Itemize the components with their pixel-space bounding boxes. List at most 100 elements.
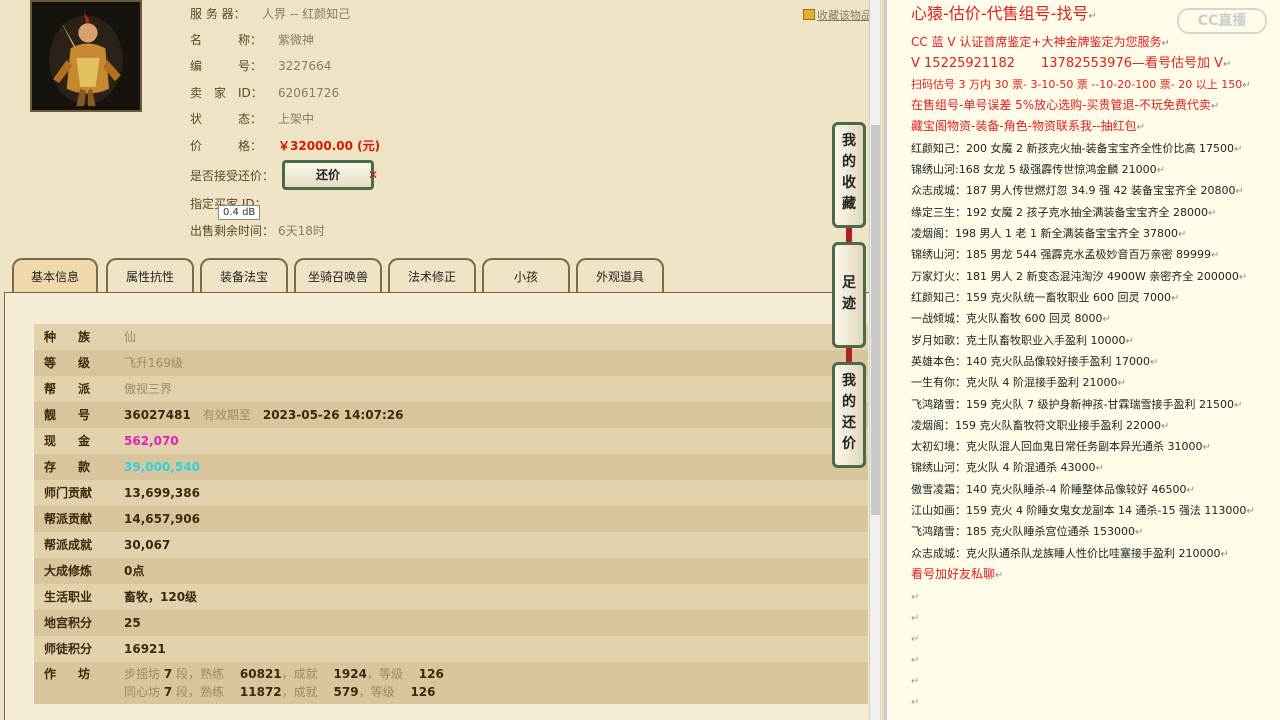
tab-basic-info[interactable]: 基本信息 <box>12 258 98 294</box>
life-job-label: 生活职业 <box>44 590 93 604</box>
accept-offer-label: 是否接受还价： <box>190 169 275 183</box>
note-line: 红颜知己：159 克火队统一畜牧职业 600 回灵 7000↵ <box>911 291 1180 304</box>
workshop-label: 作坊 <box>44 667 113 681</box>
table-row: 等级 飞升169级 <box>34 350 868 376</box>
id-value: 3227664 <box>278 59 332 73</box>
button-char: 价 <box>842 436 856 452</box>
note-line: CC 蓝 V 认证首席鉴定+大神金牌鉴定为您服务↵ <box>911 35 1170 49</box>
workshop-grade-unit: 段 <box>176 667 189 681</box>
cash-label: 现金 <box>44 434 113 448</box>
dacheng-label: 大成修炼 <box>44 564 93 578</box>
note-text: 太初幻境：克火队混人回血鬼日常任务副本异光通杀 31000 <box>911 440 1203 453</box>
name-label: 名 称： <box>190 33 263 47</box>
remaining-time-label: 出售剩余时间： <box>190 224 275 238</box>
empty-line-mark: ↵ <box>911 592 920 603</box>
notes-title: 心猿-估价-代售组号-找号↵ <box>911 4 1097 23</box>
status-row: 状 态： 上架中 <box>190 110 314 128</box>
workshop-level: 126 <box>418 667 444 681</box>
server-label: 服 务 器： <box>190 7 246 21</box>
character-portrait-image <box>32 2 140 110</box>
note-line: 看号加好友私聊↵ <box>911 567 1004 581</box>
note-text: 岁月如歌：克土队畜牧职业入手盈利 10000 <box>911 334 1126 347</box>
race-value: 仙 <box>124 330 137 344</box>
my-favorites-button[interactable]: 我 的 收 藏 <box>832 122 866 228</box>
status-label: 状 态： <box>190 112 263 126</box>
gang-contrib-label: 帮派贡献 <box>44 512 93 526</box>
tab-attributes[interactable]: 属性抗性 <box>106 258 194 294</box>
scrollbar-thumb[interactable] <box>871 125 880 515</box>
server-value: 人界 -- 红颜知己 <box>262 7 351 21</box>
note-text: 傲雪凌霜：140 克火队睡杀-4 阶睡整体品像较好 46500 <box>911 483 1187 496</box>
note-line: 缘定三生：192 女魔 2 孩子克水抽全满装备宝宝齐全 28000↵ <box>911 206 1217 219</box>
table-row: 作坊 步摇坊 7 段，熟练 60821，成就 1924，等级 126 同心坊 7… <box>34 662 868 704</box>
note-text: 锦绣山河：克火队 4 阶混通杀 43000 <box>911 461 1096 474</box>
favorite-item-label: 收藏该物品 <box>817 9 872 22</box>
basic-info-table: 种族 仙 等级 飞升169级 帮派 傲视三界 靓号 36027481 有效期至 … <box>34 324 868 704</box>
stream-watermark-logo: CC直播 <box>1177 8 1267 34</box>
level-value: 飞升169级 <box>124 356 183 370</box>
id-label: 编 号： <box>190 59 263 73</box>
remaining-time-value: 6天18时 <box>278 224 325 238</box>
workshop-level-label: 等级 <box>370 685 395 699</box>
make-offer-button[interactable]: 还价 <box>282 160 374 190</box>
button-char: 足 <box>842 275 856 291</box>
note-text: 一战倾城：克火队畜牧 600 回灵 8000 <box>911 312 1103 325</box>
deposit-value: 39,000,540 <box>124 460 200 474</box>
remaining-time-row: 出售剩余时间： 6天18时 <box>190 222 325 240</box>
notes-panel: 心猿-估价-代售组号-找号↵ CC直播 CC 蓝 V 认证首席鉴定+大神金牌鉴定… <box>884 0 1280 720</box>
gang-contrib-value: 14,657,906 <box>124 512 200 526</box>
note-text: 藏宝阁物资-装备-角色-物资联系我--抽红包 <box>911 119 1137 133</box>
note-text: 缘定三生：192 女魔 2 孩子克水抽全满装备宝宝齐全 28000 <box>911 206 1208 219</box>
gang-achieve-label: 帮派成就 <box>44 538 93 552</box>
name-row: 名 称： 紫微神 <box>190 31 314 49</box>
note-line: 藏宝阁物资-装备-角色-物资联系我--抽红包↵ <box>911 119 1146 133</box>
workshop-name: 步摇坊 <box>124 667 161 681</box>
dacheng-value: 0点 <box>124 564 145 578</box>
table-row: 地宫积分 25 <box>34 610 868 636</box>
note-line: 岁月如歌：克土队畜牧职业入手盈利 10000↵ <box>911 334 1134 347</box>
tab-equipment[interactable]: 装备法宝 <box>200 258 288 294</box>
workshop-skill: 11872 <box>239 685 282 699</box>
note-text: 众志成城：克火队通杀队龙族睡人性价比哇塞接手盈利 210000 <box>911 547 1221 560</box>
price-row: 价 格： ￥32000.00 (元) <box>190 137 380 155</box>
vertical-scrollbar[interactable] <box>869 0 880 720</box>
faction-value: 傲视三界 <box>124 382 173 396</box>
note-line: 凌烟阁：198 男人 1 老 1 新全满装备宝宝齐全 37800↵ <box>911 227 1187 240</box>
close-icon[interactable]: ✕ <box>368 168 378 182</box>
note-line: 傲雪凌霜：140 克火队睡杀-4 阶睡整体品像较好 46500↵ <box>911 483 1195 496</box>
status-value: 上架中 <box>278 112 315 126</box>
number-digits: 36027481 <box>124 408 191 422</box>
tab-appearance[interactable]: 外观道具 <box>576 258 664 294</box>
my-offers-button[interactable]: 我 的 还 价 <box>832 362 866 468</box>
valid-until-label: 有效期至 <box>202 408 251 422</box>
note-line: 凌烟阁：159 克火队畜牧符文职业接手盈利 22000↵ <box>911 419 1170 432</box>
seller-label: 卖 家 ID： <box>190 86 263 100</box>
note-text: 凌烟阁：159 克火队畜牧符文职业接手盈利 22000 <box>911 419 1161 432</box>
game-listing-panel: 服 务 器： 人界 -- 红颜知己 收藏该物品 名 称： 紫微神 编 号： 32276… <box>0 0 880 720</box>
note-text: 飞鸿踏雪：185 克火队睡杀宫位通杀 153000 <box>911 525 1135 538</box>
table-row: 师门贡献 13,699,386 <box>34 480 868 506</box>
school-contrib-label: 师门贡献 <box>44 486 93 500</box>
favorite-item-link[interactable]: 收藏该物品 <box>803 7 872 23</box>
button-char: 藏 <box>842 196 856 212</box>
note-line: 英雄本色：140 克火队品像较好接手盈利 17000↵ <box>911 355 1159 368</box>
workshop-grade-unit: 段 <box>176 685 189 699</box>
button-connector <box>846 228 852 242</box>
button-char: 的 <box>842 154 856 170</box>
workshop-name: 同心坊 <box>124 685 161 699</box>
tab-children[interactable]: 小孩 <box>482 258 570 294</box>
footprints-button[interactable]: 足 迹 <box>832 242 866 348</box>
note-text: 锦绣山河:168 女龙 5 级强霹传世惊鸿金麟 21000 <box>911 163 1157 176</box>
note-text: 万家灯火：181 男人 2 新变态混沌淘汐 4900W 亲密齐全 200000 <box>911 270 1239 283</box>
empty-line-mark: ↵ <box>911 697 920 708</box>
button-connector <box>846 348 852 362</box>
note-text: 锦绣山河：185 男龙 544 强霹克水孟极妙音百万亲密 89999 <box>911 248 1211 261</box>
table-row: 帮派贡献 14,657,906 <box>34 506 868 532</box>
table-row: 帮派成就 30,067 <box>34 532 868 558</box>
tab-mounts-pets[interactable]: 坐骑召唤兽 <box>294 258 382 294</box>
workshop-skill: 60821 <box>239 667 282 681</box>
tab-spell-correction[interactable]: 法术修正 <box>388 258 476 294</box>
table-row: 大成修炼 0点 <box>34 558 868 584</box>
note-line: 太初幻境：克火队混人回血鬼日常任务副本异光通杀 31000↵ <box>911 440 1211 453</box>
note-text: CC 蓝 V 认证首席鉴定+大神金牌鉴定为您服务 <box>911 35 1162 49</box>
